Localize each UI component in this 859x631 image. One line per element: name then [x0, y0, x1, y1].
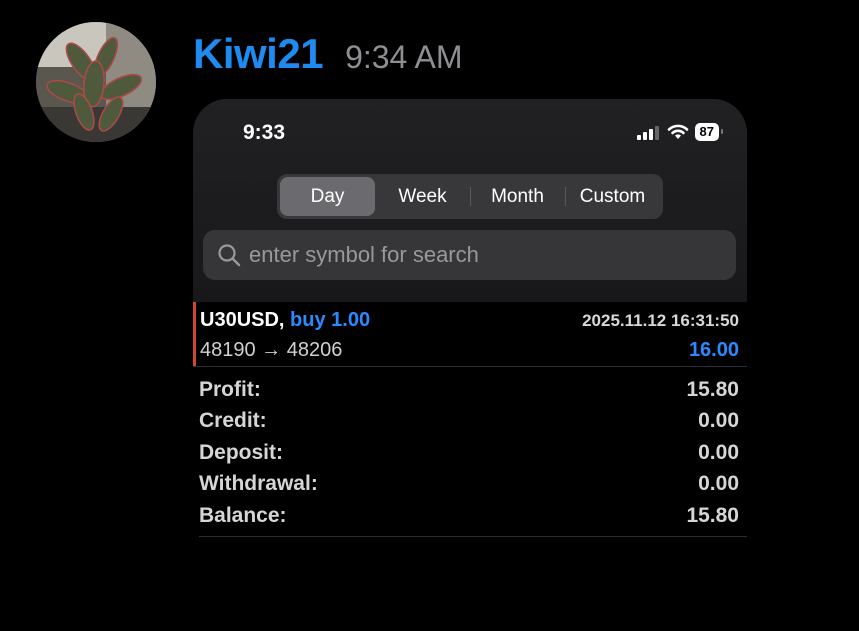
tab-month[interactable]: Month — [470, 177, 565, 216]
summary-label: Profit: — [199, 377, 261, 401]
battery-icon: 87 — [694, 123, 724, 141]
summary-label: Balance: — [199, 503, 287, 527]
summary-value: 15.80 — [686, 503, 739, 527]
summary-label: Withdrawal: — [199, 472, 318, 496]
wifi-icon — [667, 124, 688, 139]
plant-photo — [36, 22, 156, 142]
summary-row-profit: Profit: 15.80 — [199, 374, 739, 406]
trade-marker — [193, 302, 196, 366]
app-header-area: 9:33 87 Day Week Month Custom enter symb… — [193, 99, 747, 302]
trade-side: buy 1.00 — [290, 309, 371, 331]
period-segmented-control: Day Week Month Custom — [277, 174, 663, 219]
summary-value: 0.00 — [698, 409, 739, 433]
search-input[interactable]: enter symbol for search — [203, 230, 736, 280]
username[interactable]: Kiwi21 — [193, 30, 324, 78]
summary-label: Deposit: — [199, 440, 283, 464]
account-summary: Profit: 15.80 Credit: 0.00 Deposit: 0.00… — [199, 374, 739, 532]
summary-value: 15.80 — [686, 377, 739, 401]
trade-profit: 16.00 — [688, 339, 739, 361]
status-bar-time: 9:33 — [243, 121, 286, 144]
summary-row-credit: Credit: 0.00 — [199, 406, 739, 438]
summary-row-balance: Balance: 15.80 — [199, 500, 739, 532]
symbol-label: U30USD, — [200, 309, 285, 331]
tab-custom[interactable]: Custom — [565, 177, 660, 216]
divider — [199, 536, 747, 537]
tab-day[interactable]: Day — [280, 177, 375, 216]
trade-prices: 48190 → 48206 — [200, 339, 343, 361]
trade-symbol: U30USD, buy 1.00 — [200, 309, 370, 332]
trade-row[interactable]: U30USD, buy 1.00 2025.11.12 16:31:50 481… — [193, 302, 747, 367]
search-icon — [218, 244, 241, 267]
summary-value: 0.00 — [698, 440, 739, 464]
trade-datetime: 2025.11.12 16:31:50 — [582, 311, 739, 330]
tab-week[interactable]: Week — [375, 177, 470, 216]
avatar[interactable] — [36, 22, 156, 142]
status-bar-icons: 87 — [636, 123, 724, 141]
summary-row-deposit: Deposit: 0.00 — [199, 437, 739, 469]
signal-icon — [636, 125, 661, 140]
attached-screenshot[interactable]: 9:33 87 Day Week Month Custom enter symb… — [193, 99, 747, 549]
summary-row-withdrawal: Withdrawal: 0.00 — [199, 469, 739, 501]
summary-label: Credit: — [199, 409, 267, 433]
message-header: Kiwi21 9:34 AM — [193, 30, 462, 78]
search-placeholder: enter symbol for search — [249, 242, 479, 267]
summary-value: 0.00 — [698, 472, 739, 496]
message-timestamp: 9:34 AM — [345, 39, 463, 75]
